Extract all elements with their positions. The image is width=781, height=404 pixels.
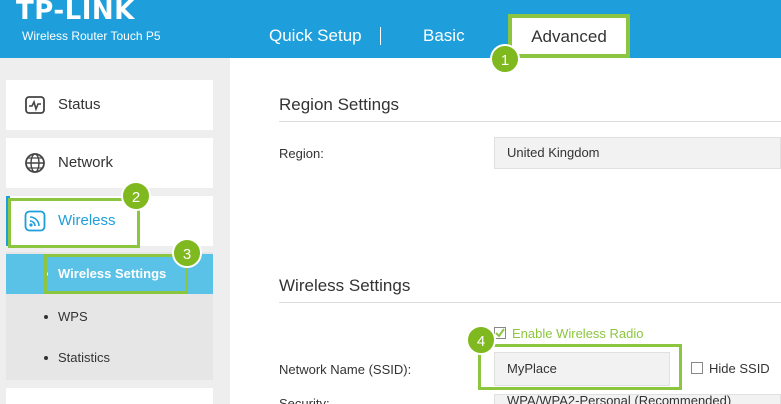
enable-wireless-label: Enable Wireless Radio (512, 326, 644, 341)
bullet-icon (44, 356, 48, 360)
divider (279, 302, 781, 303)
sidebar-item-label: Status (58, 96, 101, 113)
divider (279, 121, 781, 122)
brand-logo: TP-LINK (16, 0, 135, 26)
globe-icon (24, 152, 46, 174)
sidebar-item-label: Network (58, 154, 114, 171)
wireless-section-title: Wireless Settings (279, 276, 411, 295)
router-model: Wireless Router Touch P5 (22, 29, 161, 43)
region-section-title: Region Settings (279, 95, 400, 114)
tab-quick-setup[interactable]: Quick Setup (269, 26, 362, 46)
sidebar-item-next[interactable] (6, 388, 213, 404)
region-label: Region: (279, 146, 324, 161)
top-header: TP-LINK Wireless Router Touch P5 Quick S… (0, 0, 781, 58)
region-select[interactable]: United Kingdom (494, 137, 781, 169)
subitem-label: WPS (58, 309, 88, 324)
ssid-highlight (478, 344, 682, 390)
tab-basic[interactable]: Basic (423, 26, 465, 46)
bullet-icon (44, 315, 48, 319)
sidebar-item-network[interactable]: Network (6, 138, 213, 188)
hide-ssid-label: Hide SSID (709, 361, 770, 376)
sidebar-item-status[interactable]: Status (6, 80, 213, 130)
tab-divider (380, 27, 381, 45)
tab-advanced[interactable]: Advanced (508, 14, 630, 58)
security-select[interactable]: WPA/WPA2-Personal (Recommended) (494, 394, 781, 404)
step-badge-2: 2 (121, 181, 151, 211)
security-label: Security: (279, 396, 330, 404)
hide-ssid-checkbox[interactable] (691, 362, 703, 374)
wireless-highlight (8, 198, 140, 248)
step-badge-4: 4 (466, 325, 496, 355)
step-badge-3: 3 (172, 238, 202, 268)
ssid-label: Network Name (SSID): (279, 362, 412, 377)
pulse-icon (24, 94, 46, 116)
sidebar-subitem-wps[interactable]: WPS (6, 297, 213, 337)
subitem-label: Statistics (58, 350, 111, 365)
wireless-settings-highlight (44, 254, 188, 294)
sidebar-subitem-statistics[interactable]: Statistics (6, 338, 213, 378)
step-badge-1: 1 (490, 44, 520, 74)
